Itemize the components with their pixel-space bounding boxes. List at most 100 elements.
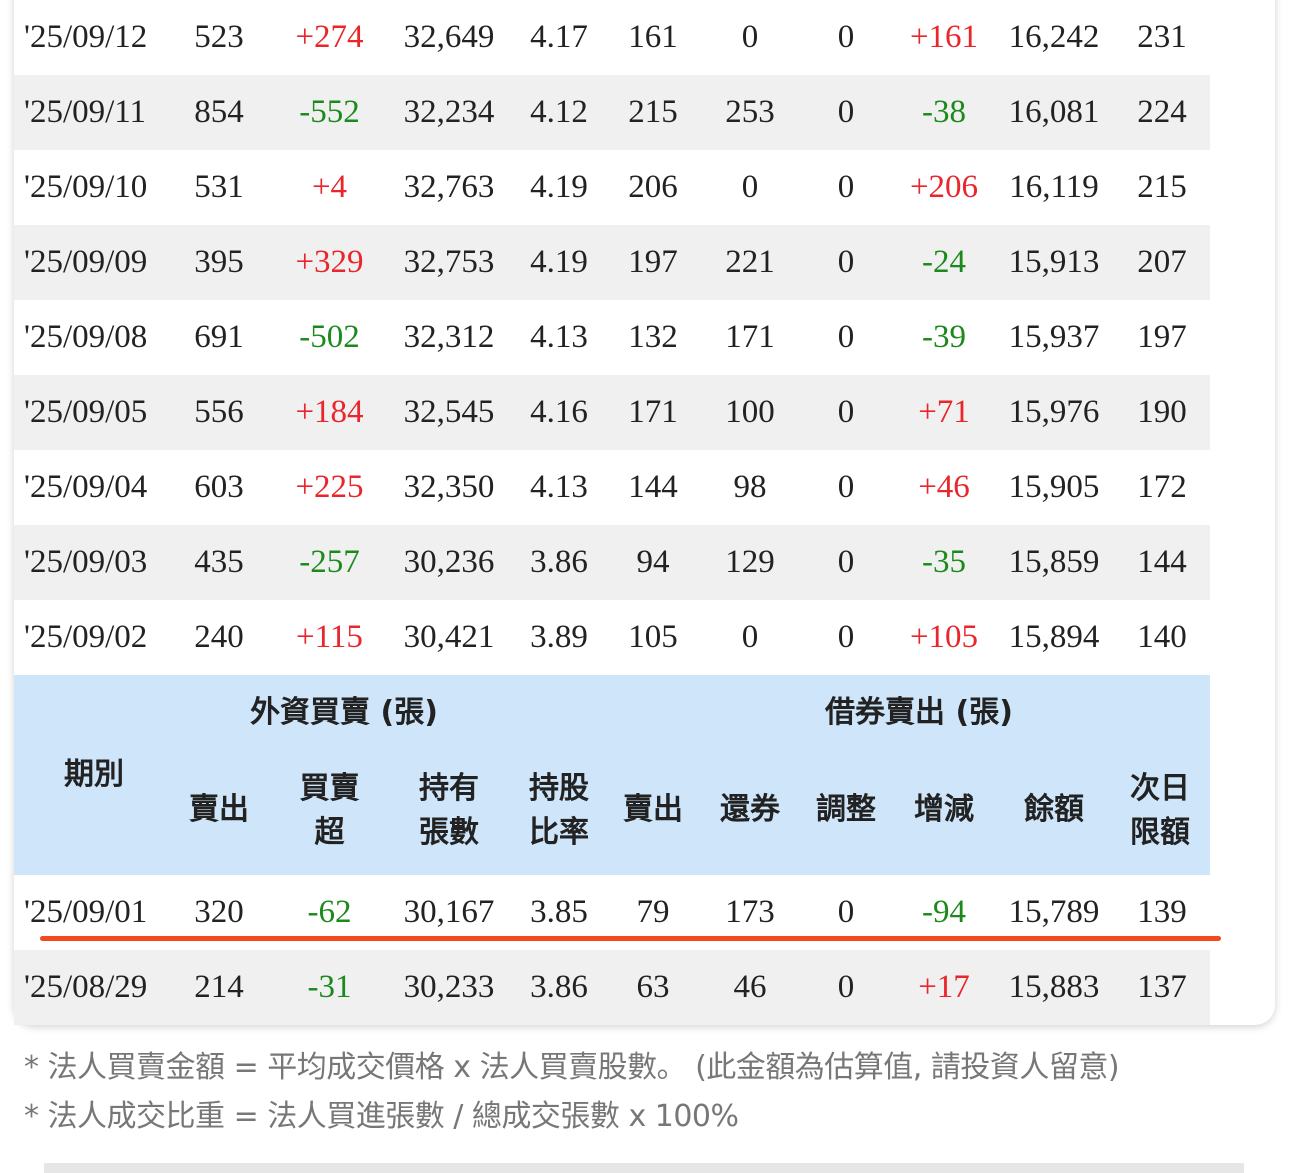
header-period: 期別 (64, 757, 124, 792)
cell-limit: 190 (1137, 394, 1187, 430)
cell-date: '25/08/29 (24, 969, 148, 1005)
cell-net: -552 (299, 94, 360, 130)
cell-sell: 435 (194, 544, 244, 580)
cell-sell: 531 (194, 169, 244, 205)
cell-sell: 603 (194, 469, 244, 505)
cell-date: '25/09/08 (24, 319, 148, 355)
cell-ratio: 4.19 (530, 244, 588, 280)
table-row: '25/09/12 523 +274 32,649 4.17 161 0 0 +161 16,24… (14, 0, 1210, 75)
cell-balance: 16,119 (1009, 169, 1099, 205)
table-row: '25/09/04 603 +225 32,350 4.13 144 98 0 +46 15,90… (14, 450, 1210, 525)
cell-balance: 15,976 (1008, 394, 1100, 430)
cell-ratio: 4.17 (530, 19, 588, 55)
cell-net: +225 (295, 469, 364, 505)
header-repay: 還券 (720, 792, 780, 827)
cell-adjust: 0 (837, 969, 855, 1005)
cell-sell: 240 (194, 619, 244, 655)
cell-balance: 16,081 (1008, 94, 1100, 130)
cell-hold: 32,763 (403, 169, 495, 205)
cell-short-sell: 215 (628, 94, 678, 130)
table-header: 外資買賣 (張) 借券賣出 (張) 期別 賣出 買賣 超 持有 張數 持股 比率… (14, 675, 1210, 875)
header-group-short-selling: 借券賣出 (張) (825, 695, 1013, 730)
table-row: '25/09/02 240 +115 30,421 3.89 105 0 0 +105 15,89… (14, 600, 1210, 675)
cell-hold: 30,421 (403, 619, 495, 655)
cell-date: '25/09/03 (24, 544, 148, 580)
cell-hold: 32,753 (403, 244, 495, 280)
cell-change: -38 (922, 94, 966, 130)
cell-ratio: 4.12 (530, 94, 588, 130)
table-row: '25/09/08 691 -502 32,312 4.13 132 171 0 -39 15,9… (14, 300, 1210, 375)
cell-limit: 172 (1137, 469, 1187, 505)
cell-hold: 30,236 (403, 544, 495, 580)
cell-repay: 0 (741, 619, 759, 655)
cell-sell: 523 (194, 19, 244, 55)
cell-balance: 16,242 (1008, 19, 1100, 55)
cell-net: +115 (296, 619, 363, 655)
cell-ratio: 4.13 (530, 319, 588, 355)
cell-ratio: 4.19 (530, 169, 588, 205)
cell-change: +71 (918, 394, 970, 430)
cell-repay: 129 (725, 544, 775, 580)
cell-short-sell: 206 (628, 169, 678, 205)
cell-balance: 15,937 (1008, 319, 1100, 355)
cell-adjust: 0 (837, 619, 855, 655)
cell-change: +17 (918, 969, 970, 1005)
footnote-amount: * 法人買賣金額 = 平均成交價格 x 法人買賣股數。 (此金額為估算值, 請投… (24, 1050, 1120, 1085)
cell-repay: 253 (725, 94, 775, 130)
header-ratio-2: 比率 (529, 815, 589, 850)
cell-date: '25/09/09 (24, 244, 148, 280)
cell-short-sell: 197 (628, 244, 678, 280)
cell-adjust: 0 (837, 544, 855, 580)
header-net-1: 買賣 (299, 771, 360, 806)
header-limit-1: 次日 (1130, 771, 1190, 806)
cell-sell: 854 (194, 94, 244, 130)
header-sell: 賣出 (189, 792, 249, 827)
cell-hold: 32,312 (403, 319, 495, 355)
cell-short-sell: 63 (636, 969, 670, 1005)
cell-hold: 30,233 (403, 969, 495, 1005)
cell-date: '25/09/04 (24, 469, 148, 505)
cell-change: -39 (922, 319, 966, 355)
cell-hold: 32,350 (403, 469, 495, 505)
table-row: '25/09/03 435 -257 30,236 3.86 94 129 0 -35 15,85… (14, 525, 1210, 600)
cell-change: +161 (909, 19, 979, 55)
bottom-divider (44, 1163, 1244, 1173)
cell-repay: 0 (741, 19, 759, 55)
cell-change: +105 (909, 619, 979, 655)
header-limit-2: 限額 (1130, 815, 1190, 850)
cell-net: +184 (295, 394, 364, 430)
cell-balance: 15,859 (1008, 544, 1100, 580)
table-row: '25/09/09 395 +329 32,753 4.19 197 221 0 -24 15,9… (14, 225, 1210, 300)
header-net-2: 超 (314, 815, 345, 850)
cell-limit: 207 (1137, 244, 1187, 280)
cell-short-sell: 105 (628, 619, 678, 655)
cell-adjust: 0 (837, 169, 855, 205)
cell-adjust: 0 (837, 19, 855, 55)
header-short-sell: 賣出 (623, 792, 683, 827)
cell-short-sell: 161 (628, 19, 678, 55)
cell-repay: 100 (725, 394, 775, 430)
cell-adjust: 0 (837, 469, 855, 505)
cell-date: '25/09/10 (24, 169, 148, 205)
cell-adjust: 0 (837, 319, 855, 355)
header-hold-2: 張數 (419, 815, 479, 850)
cell-change: -35 (922, 544, 966, 580)
cell-hold: 32,234 (403, 94, 495, 130)
cell-date: '25/09/02 (24, 619, 148, 655)
cell-ratio: 3.86 (530, 544, 588, 580)
cell-limit: 215 (1137, 169, 1187, 205)
cell-repay: 98 (733, 469, 767, 505)
cell-balance: 15,894 (1008, 619, 1100, 655)
cell-limit: 197 (1137, 319, 1187, 355)
cell-repay: 0 (741, 169, 759, 205)
cell-adjust: 0 (837, 94, 855, 130)
cell-ratio: 3.89 (530, 619, 588, 655)
header-adjust: 調整 (816, 792, 876, 827)
cell-net: -502 (299, 319, 360, 355)
cell-limit: 137 (1137, 969, 1187, 1005)
header-ratio-1: 持股 (529, 771, 589, 806)
cell-short-sell: 144 (628, 469, 678, 505)
cell-ratio: 4.13 (530, 469, 588, 505)
cell-short-sell: 132 (628, 319, 678, 355)
cell-sell: 214 (194, 969, 244, 1005)
